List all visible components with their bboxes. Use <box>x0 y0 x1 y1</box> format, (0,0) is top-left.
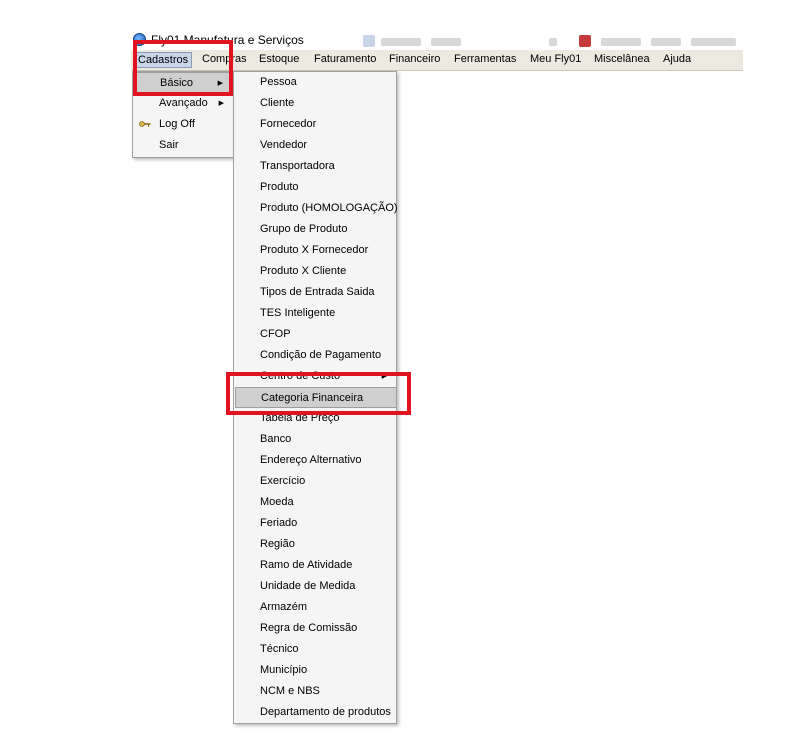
highlight-box-cadastros <box>133 40 233 96</box>
menu-item-label: Produto (HOMOLOGAÇÃO) <box>260 202 398 214</box>
menu-item-label: NCM e NBS <box>260 685 320 697</box>
menu-item-sair[interactable]: Sair <box>134 135 234 156</box>
menu-item-label: Ramo de Atividade <box>260 559 353 571</box>
menu-ferramentas[interactable]: Ferramentas <box>454 53 516 65</box>
menu-financeiro[interactable]: Financeiro <box>389 53 440 65</box>
taskbar-item <box>549 38 557 46</box>
menu-item-label: Log Off <box>159 118 195 130</box>
menu-faturamento[interactable]: Faturamento <box>314 53 376 65</box>
highlight-box-categoria-financeira <box>226 372 411 415</box>
menu-estoque[interactable]: Estoque <box>259 53 299 65</box>
menu-item-label: Fornecedor <box>260 118 317 130</box>
menu-item-label: Produto <box>260 181 299 193</box>
menu-item-tecnico[interactable]: Técnico <box>235 639 397 660</box>
menu-item-exercicio[interactable]: Exercício <box>235 471 397 492</box>
menu-item-feriado[interactable]: Feriado <box>235 513 397 534</box>
menu-item-label: Pessoa <box>260 76 297 88</box>
menu-item-label: Banco <box>260 433 292 445</box>
menu-item-regiao[interactable]: Região <box>235 534 397 555</box>
menu-item-label: Município <box>260 664 308 676</box>
menu-item-label: Região <box>260 538 295 550</box>
menu-item-label: TES Inteligente <box>260 307 336 319</box>
menu-item-produto-x-cliente[interactable]: Produto X Cliente <box>235 261 397 282</box>
taskbar-item <box>691 38 736 46</box>
menu-item-cliente[interactable]: Cliente <box>235 93 397 114</box>
menu-item-label: Vendedor <box>260 139 308 151</box>
menu-item-fornecedor[interactable]: Fornecedor <box>235 114 397 135</box>
menu-item-label: CFOP <box>260 328 291 340</box>
menu-ajuda[interactable]: Ajuda <box>663 53 691 65</box>
menu-item-label: Condição de Pagamento <box>260 349 382 361</box>
menu-item-pessoa[interactable]: Pessoa <box>235 72 397 93</box>
menu-item-label: Sair <box>159 139 179 151</box>
menu-item-label: Avançado <box>159 97 208 109</box>
taskbar-item <box>651 38 681 46</box>
menu-item-ncm-e-nbs[interactable]: NCM e NBS <box>235 681 397 702</box>
menu-meu-fly01[interactable]: Meu Fly01 <box>530 53 581 65</box>
taskbar-icon <box>363 35 375 47</box>
taskbar-item <box>381 38 421 46</box>
menu-item-moeda[interactable]: Moeda <box>235 492 397 513</box>
menu-item-condicao-de-pagamento[interactable]: Condição de Pagamento <box>235 345 397 366</box>
menu-item-label: Feriado <box>260 517 298 529</box>
menu-item-avancado[interactable]: Avançado ▶ <box>134 93 234 114</box>
menu-item-ramo-de-atividade[interactable]: Ramo de Atividade <box>235 555 397 576</box>
menu-item-label: Regra de Comissão <box>260 622 358 634</box>
menu-item-label: Tipos de Entrada Saida <box>260 286 375 298</box>
menu-item-label: Cliente <box>260 97 295 109</box>
menu-item-label: Departamento de produtos <box>260 706 391 718</box>
menu-item-label: Unidade de Medida <box>260 580 356 592</box>
menu-item-label: Armazém <box>260 601 308 613</box>
menu-item-tes-inteligente[interactable]: TES Inteligente <box>235 303 397 324</box>
menu-item-label: Técnico <box>260 643 299 655</box>
taskbar-item <box>601 38 641 46</box>
menu-item-label: Produto X Cliente <box>260 265 347 277</box>
taskbar-item <box>431 38 461 46</box>
menu-item-banco[interactable]: Banco <box>235 429 397 450</box>
menu-item-label: Grupo de Produto <box>260 223 348 235</box>
menu-item-transportadora[interactable]: Transportadora <box>235 156 397 177</box>
menu-item-departamento-de-produtos[interactable]: Departamento de produtos <box>235 702 397 723</box>
menu-item-municipio[interactable]: Município <box>235 660 397 681</box>
taskbar-icon <box>579 35 591 47</box>
menu-item-grupo-de-produto[interactable]: Grupo de Produto <box>235 219 397 240</box>
menu-miscelanea[interactable]: Miscelânea <box>594 53 650 65</box>
menu-item-label: Exercício <box>260 475 306 487</box>
menu-item-log-off[interactable]: Log Off <box>134 114 234 135</box>
menu-item-vendedor[interactable]: Vendedor <box>235 135 397 156</box>
menu-item-label: Endereço Alternativo <box>260 454 362 466</box>
menu-item-produto[interactable]: Produto <box>235 177 397 198</box>
menu-item-armazem[interactable]: Armazém <box>235 597 397 618</box>
menu-item-label: Produto X Fornecedor <box>260 244 369 256</box>
menu-item-label: Transportadora <box>260 160 335 172</box>
menu-item-produto-x-fornecedor[interactable]: Produto X Fornecedor <box>235 240 397 261</box>
menu-item-label: Moeda <box>260 496 294 508</box>
key-icon <box>139 121 151 127</box>
menu-item-tipos-de-entrada-saida[interactable]: Tipos de Entrada Saida <box>235 282 397 303</box>
menu-item-regra-de-comissao[interactable]: Regra de Comissão <box>235 618 397 639</box>
menu-item-cfop[interactable]: CFOP <box>235 324 397 345</box>
menu-item-endereco-alternativo[interactable]: Endereço Alternativo <box>235 450 397 471</box>
menu-item-produto-homologacao[interactable]: Produto (HOMOLOGAÇÃO) <box>235 198 398 219</box>
menu-item-unidade-de-medida[interactable]: Unidade de Medida <box>235 576 397 597</box>
submenu-arrow-icon: ▶ <box>218 100 224 107</box>
